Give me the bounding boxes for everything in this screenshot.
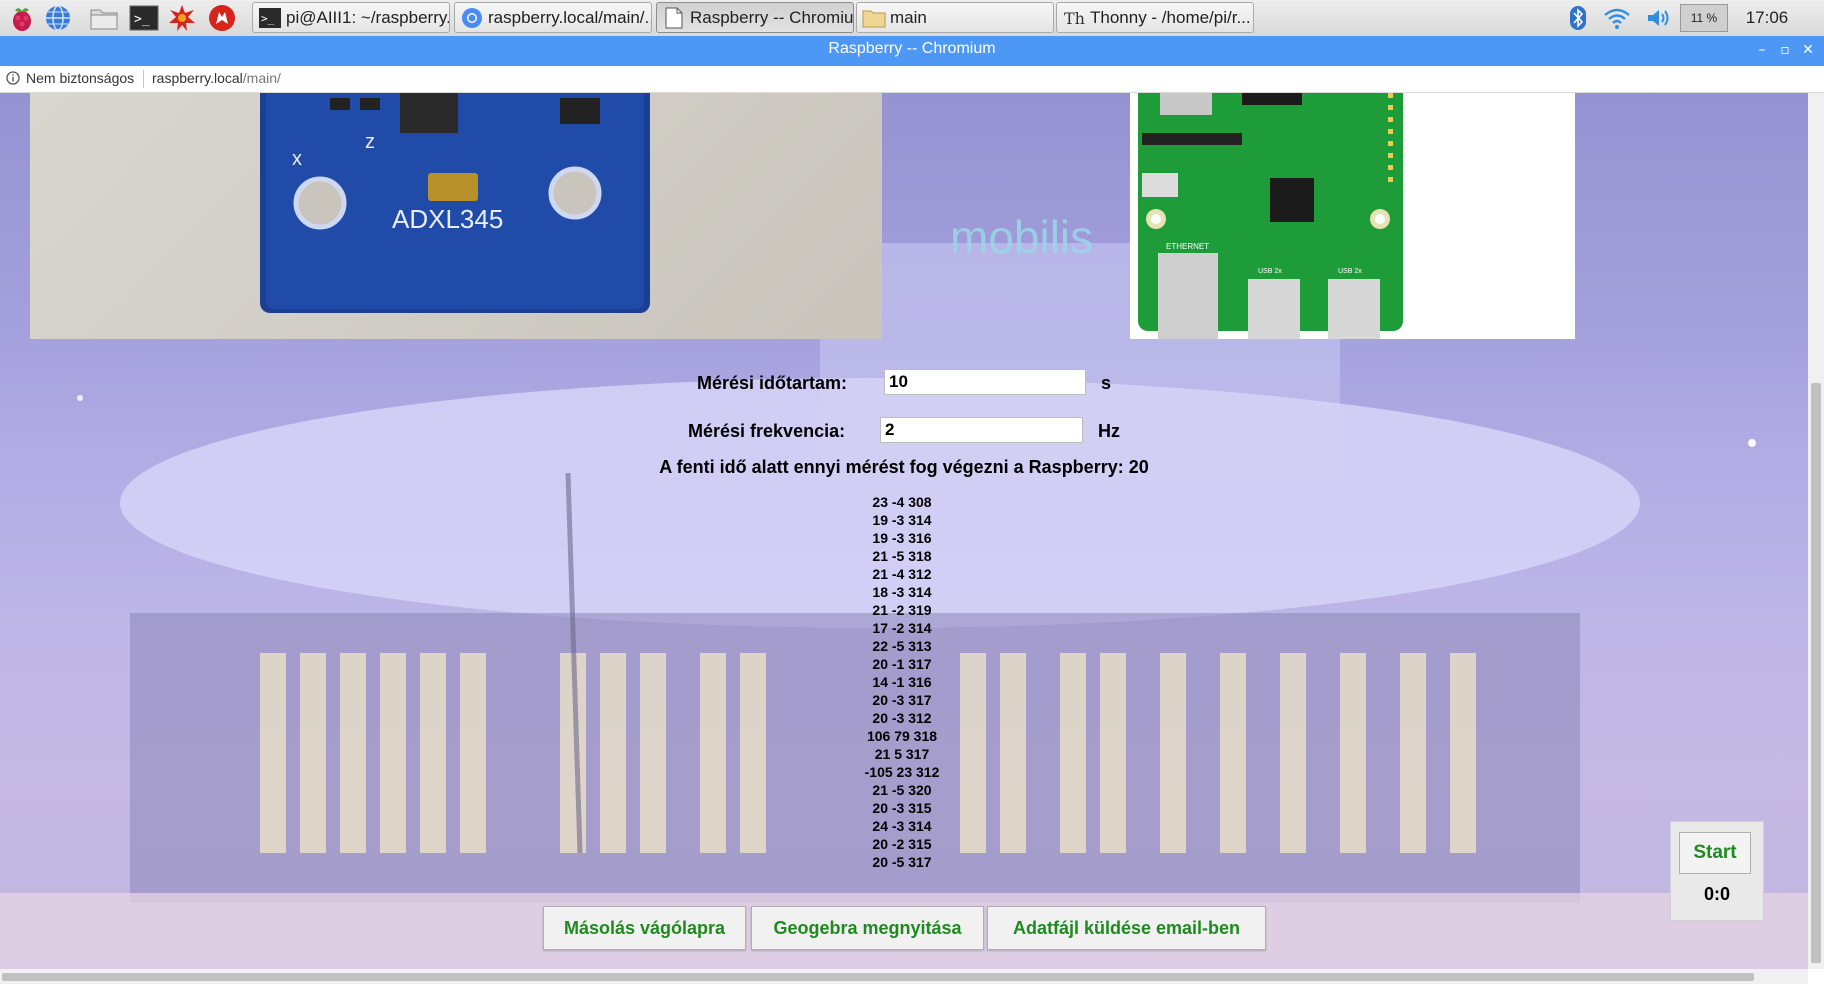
taskbar-task-folder-main[interactable]: main xyxy=(856,2,1054,33)
reading-row: 18 -3 314 xyxy=(872,584,932,600)
volume-icon[interactable] xyxy=(1644,3,1674,33)
measurement-count: A fenti idő alatt ennyi mérést fog végez… xyxy=(659,457,1149,477)
copy-to-clipboard-button[interactable]: Másolás vágólapra xyxy=(543,906,746,950)
mobilis-sign: mobilis xyxy=(950,211,1093,263)
vertical-scrollbar[interactable] xyxy=(1808,93,1824,969)
sensor-label: ADXL345 xyxy=(392,204,503,234)
sensor-photo: ADXL345 x z xyxy=(30,93,882,339)
url-field[interactable]: raspberry.local/main/ xyxy=(152,70,281,86)
terminal-icon[interactable]: >_ xyxy=(128,3,160,33)
reading-row: 21 -2 319 xyxy=(872,602,932,618)
reading-row: 20 -2 315 xyxy=(872,836,932,852)
taskbar-task-terminal[interactable]: >_ pi@AIII1: ~/raspberry... xyxy=(252,2,450,33)
reading-row: 21 5 317 xyxy=(874,746,930,762)
frequency-label: Mérési frekvencia: xyxy=(688,421,846,441)
close-icon[interactable]: ✕ xyxy=(1798,40,1818,60)
svg-text:z: z xyxy=(365,131,375,153)
window-titlebar[interactable]: Raspberry -- Chromium – ▫ ✕ xyxy=(0,36,1824,66)
task-label: raspberry.local/main/... xyxy=(488,7,651,27)
thonny-icon: Th xyxy=(1061,6,1087,30)
start-button[interactable]: Start xyxy=(1679,832,1751,874)
usb-label: USB 2x xyxy=(1338,268,1362,275)
horizontal-scroll-thumb[interactable] xyxy=(2,973,1754,981)
taskbar-task-thonny[interactable]: Th Thonny - /home/pi/r... xyxy=(1056,2,1254,33)
web-browser-icon[interactable] xyxy=(42,3,74,33)
wolfram-icon[interactable] xyxy=(206,3,238,33)
clock[interactable]: 17:06 xyxy=(1732,3,1802,33)
taskbar-task-raspberry-chromium[interactable]: Raspberry -- Chromiu... xyxy=(656,2,854,33)
cpu-monitor[interactable]: 11 % xyxy=(1680,4,1728,32)
maximize-icon[interactable]: ▫ xyxy=(1775,40,1795,60)
reading-row: 17 -2 314 xyxy=(872,620,932,636)
email-datafile-button[interactable]: Adatfájl küldése email-ben xyxy=(987,906,1266,950)
reading-row: 106 79 318 xyxy=(866,728,938,744)
raspberry-menu-icon[interactable] xyxy=(6,3,38,33)
start-panel: Start 0:0 xyxy=(1670,821,1764,921)
wifi-icon[interactable] xyxy=(1602,3,1632,33)
task-label: pi@AIII1: ~/raspberry... xyxy=(286,7,449,27)
math-kernel-icon[interactable] xyxy=(166,3,198,33)
raspberry-pi-diagram: ETHERNET USB 2x USB 2x xyxy=(1130,93,1575,339)
reading-row: -105 23 312 xyxy=(864,764,940,780)
bluetooth-icon[interactable] xyxy=(1566,3,1590,33)
reading-row: 20 -5 317 xyxy=(872,854,932,870)
reading-row: 23 -4 308 xyxy=(872,494,932,510)
reading-row: 21 -5 318 xyxy=(872,548,932,564)
horizontal-scrollbar[interactable] xyxy=(0,969,1808,984)
reading-row: 20 -3 315 xyxy=(872,800,932,816)
task-label: Raspberry -- Chromiu... xyxy=(690,7,853,27)
address-bar[interactable]: Nem biztonságos raspberry.local/main/ xyxy=(0,66,1824,93)
duration-unit: s xyxy=(1101,373,1112,393)
svg-text:>_: >_ xyxy=(261,12,275,25)
reading-row: 14 -1 316 xyxy=(872,674,932,690)
minimize-icon[interactable]: – xyxy=(1752,40,1772,60)
taskbar-task-chromium[interactable]: raspberry.local/main/... xyxy=(454,2,652,33)
readings-list: 23 -4 308 19 -3 314 19 -3 316 21 -5 318 … xyxy=(802,493,1002,871)
file-manager-icon[interactable] xyxy=(88,3,120,33)
reading-row: 19 -3 314 xyxy=(872,512,932,528)
reading-row: 21 -5 320 xyxy=(872,782,932,798)
ethernet-label: ETHERNET xyxy=(1166,242,1209,251)
page-content: mobilis ADXL345 x z ETHERNET USB 2x USB … xyxy=(0,93,1808,969)
security-status[interactable]: Nem biztonságos xyxy=(26,70,134,86)
reading-row: 20 -1 317 xyxy=(872,656,932,672)
reading-row: 21 -4 312 xyxy=(872,566,932,582)
task-label: main xyxy=(890,7,927,27)
frequency-unit: Hz xyxy=(1098,421,1120,441)
reading-row: 22 -5 313 xyxy=(872,638,932,654)
window-title: Raspberry -- Chromium xyxy=(828,40,996,57)
folder-icon xyxy=(861,6,887,30)
url-path: /main/ xyxy=(242,70,281,86)
address-divider xyxy=(143,70,144,88)
open-geogebra-button[interactable]: Geogebra megnyitása xyxy=(751,906,984,950)
url-host: raspberry.local xyxy=(152,70,243,86)
reading-row: 20 -3 312 xyxy=(872,710,932,726)
elapsed-timer: 0:0 xyxy=(1703,884,1730,904)
usb-label: USB 2x xyxy=(1258,268,1282,275)
svg-text:x: x xyxy=(292,148,302,170)
chromium-icon xyxy=(459,6,485,30)
taskbar: >_ >_ pi@AIII1: ~/raspberry... raspberry… xyxy=(0,0,1824,37)
reading-row: 19 -3 316 xyxy=(872,530,932,546)
frequency-input[interactable] xyxy=(880,417,1083,443)
svg-text:Th: Th xyxy=(1064,9,1085,28)
vertical-scroll-thumb[interactable] xyxy=(1811,383,1821,963)
terminal-icon: >_ xyxy=(257,6,283,30)
task-label: Thonny - /home/pi/r... xyxy=(1090,7,1251,27)
reading-row: 24 -3 314 xyxy=(872,818,932,834)
duration-input[interactable] xyxy=(884,369,1086,395)
duration-label: Mérési időtartam: xyxy=(697,373,848,393)
document-icon xyxy=(661,6,687,30)
cpu-usage: 11 % xyxy=(1690,11,1718,25)
reading-row: 20 -3 317 xyxy=(872,692,932,708)
info-icon[interactable] xyxy=(6,71,20,85)
svg-text:>_: >_ xyxy=(134,12,150,27)
